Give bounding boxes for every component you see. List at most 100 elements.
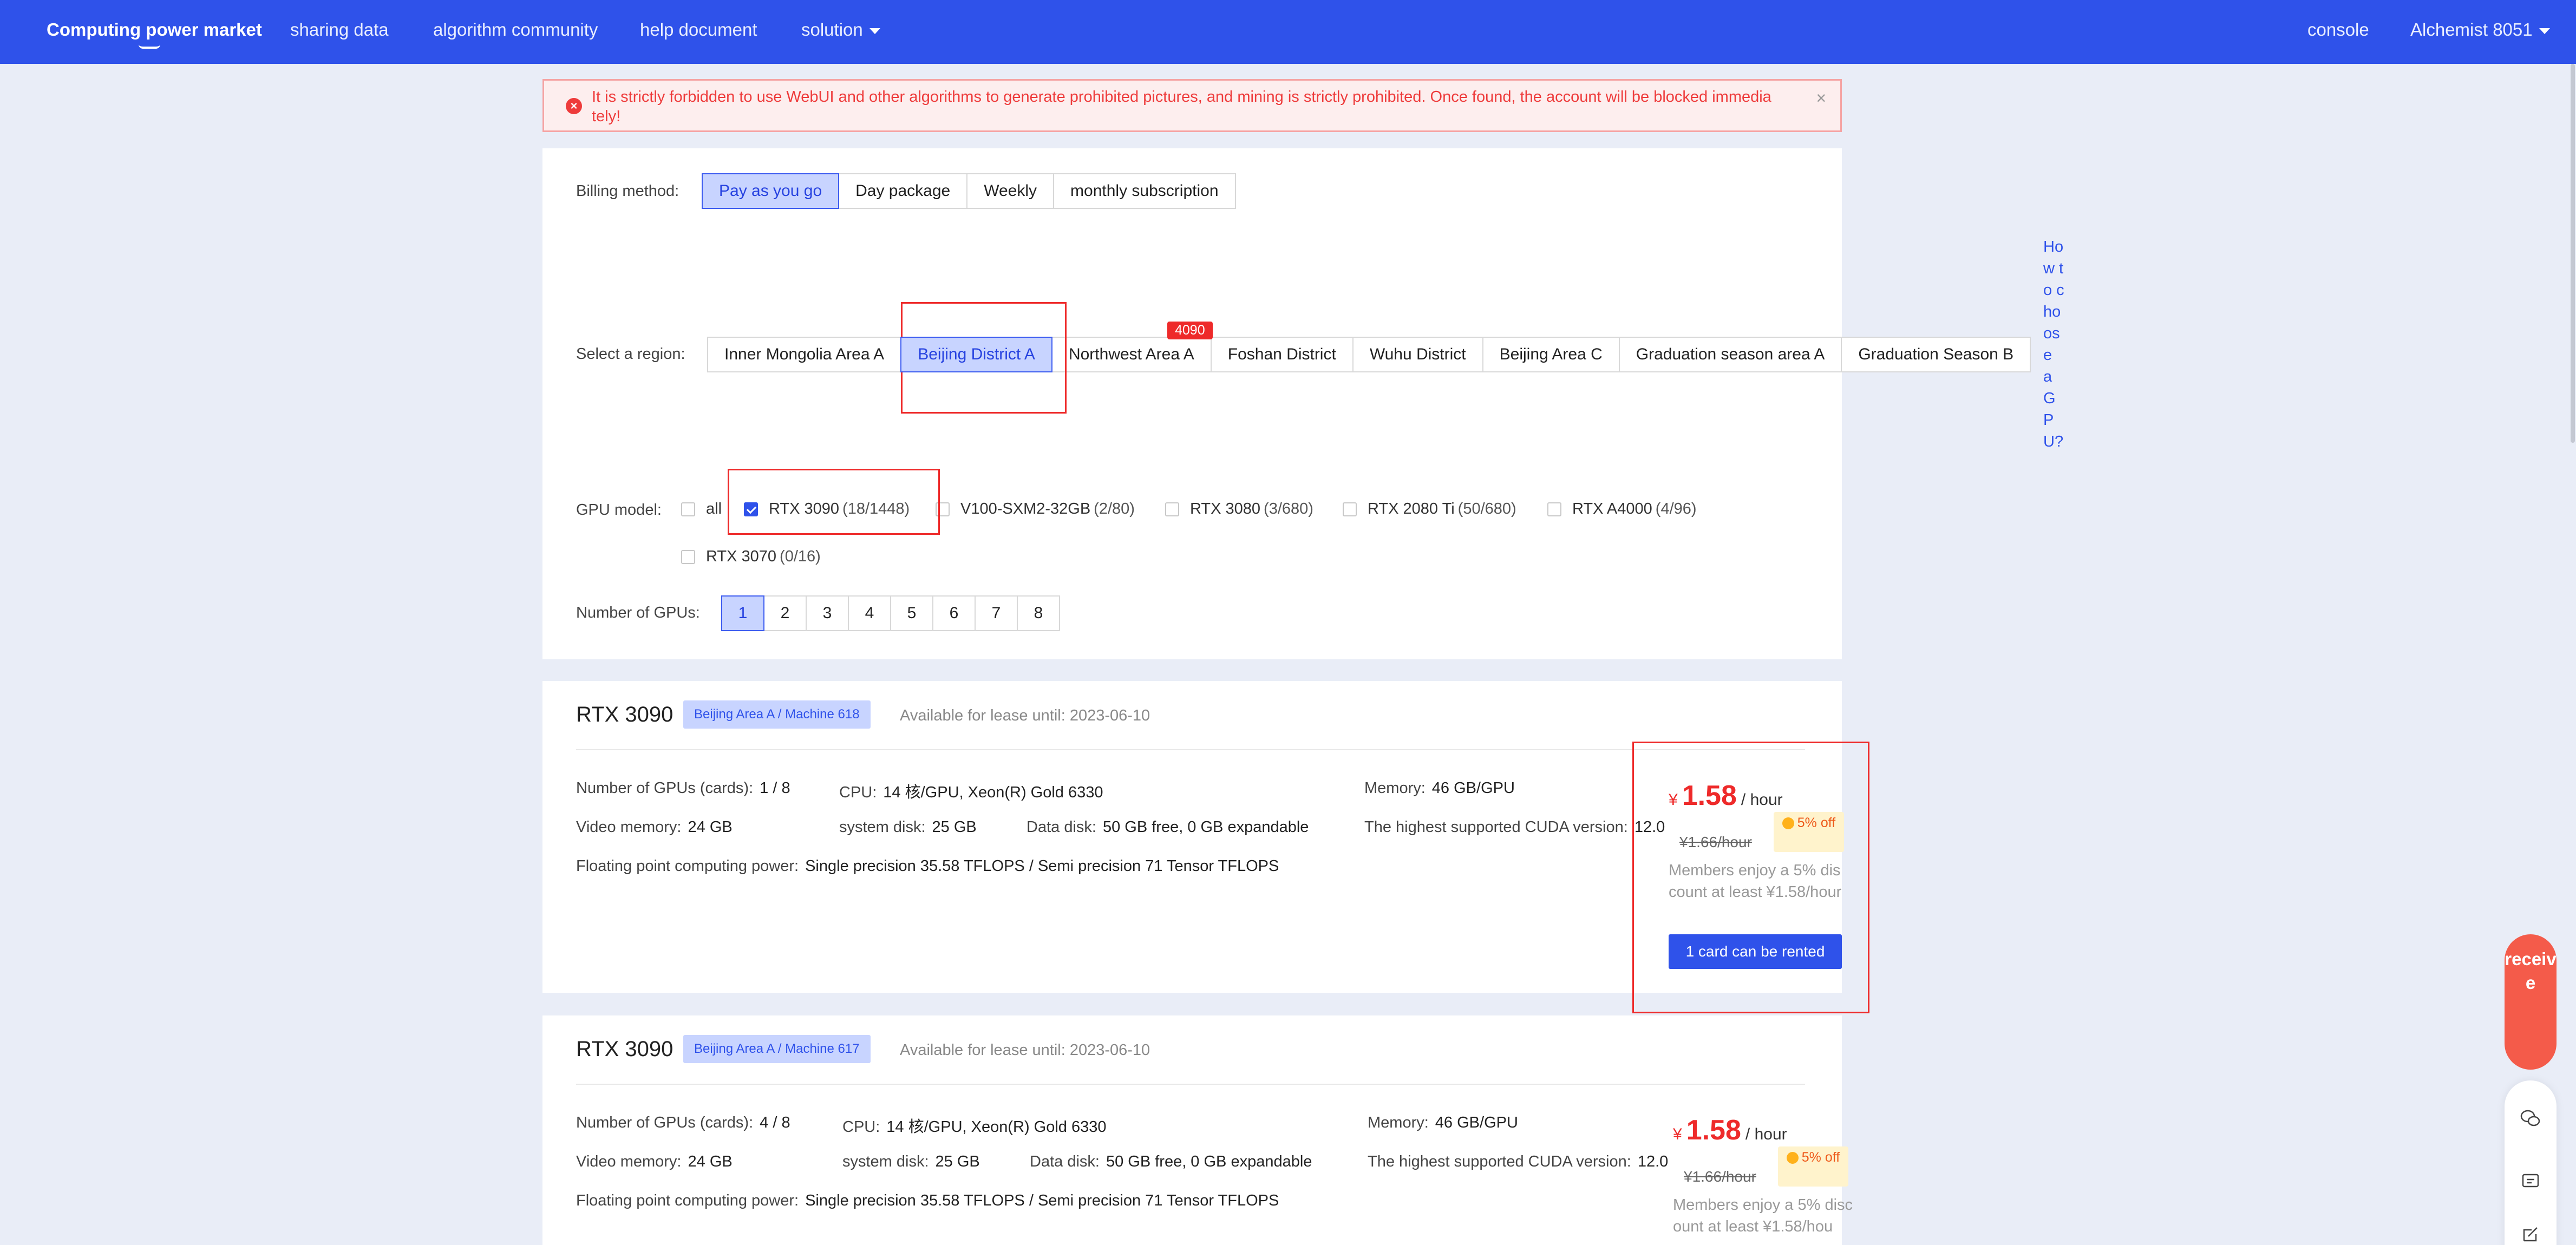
spec-label: Floating point computing power: [576, 857, 799, 875]
edit-icon[interactable] [2520, 1224, 2541, 1245]
gpu-option-rtx-2080-ti[interactable]: RTX 2080 Ti (50/680) [1343, 500, 1516, 518]
receive-coupon-widget[interactable]: receive [2505, 934, 2557, 1070]
spec-value: 14 核/GPU, Xeon(R) Gold 6330 [883, 784, 1103, 801]
spec-label: Video memory: [576, 1153, 682, 1170]
user-name: Alchemist 8051 [2410, 19, 2533, 40]
spec-flops: Floating point computing power: Single pr… [576, 857, 1279, 875]
spec-value: Single precision 35.58 TFLOPS / Semi pre… [805, 857, 1279, 875]
spec-data-disk: Data disk: 50 GB free, 0 GB expandable [1030, 1153, 1312, 1171]
gpu-option-count: (50/680) [1457, 500, 1516, 517]
billing-segment: Pay as you go Day package Weekly monthly… [702, 173, 1236, 209]
region-segment: Inner Mongolia Area A Beijing District A… [707, 337, 2031, 372]
spec-value: Single precision 35.58 TFLOPS / Semi pre… [805, 1192, 1279, 1209]
gpu-option-label: RTX 3080 [1190, 500, 1261, 517]
gpu-option-count: (4/96) [1655, 500, 1697, 517]
spec-gpus: Number of GPUs (cards): 1 / 8 [576, 779, 790, 797]
spec-cuda: The highest supported CUDA version: 12.0 [1368, 1153, 1668, 1171]
gpu-option-rtx-3070[interactable]: RTX 3070 (0/16) [681, 548, 821, 566]
nav-computing-power-market[interactable]: Computing power market [47, 19, 262, 40]
highlight-box-price [1632, 742, 1869, 1013]
gpu-count-option[interactable]: 2 [763, 595, 807, 631]
warning-text: It is strictly forbidden to use WebUI an… [592, 88, 1771, 125]
wechat-icon[interactable] [2520, 1108, 2541, 1129]
nav-algorithm-community[interactable]: algorithm community [433, 19, 598, 40]
price-amount: 1.58 [1686, 1115, 1741, 1146]
gpu-count-option[interactable]: 5 [890, 595, 933, 631]
nav-sharing-data[interactable]: sharing data [290, 19, 389, 40]
spec-label: CPU: [839, 784, 877, 801]
spec-cpu: CPU: 14 核/GPU, Xeon(R) Gold 6330 [839, 779, 1103, 802]
billing-label: Billing method: [576, 182, 679, 200]
page-scrollbar[interactable] [2571, 64, 2575, 443]
gpu-count-segment: 1 2 3 4 5 6 7 8 [721, 595, 1060, 631]
gpu-option-all[interactable]: all [681, 500, 722, 518]
gpu-count-option[interactable]: 6 [932, 595, 976, 631]
how-to-choose-gpu-link[interactable]: How to choose a GPU? [2043, 236, 2065, 453]
spec-value: 46 GB/GPU [1431, 779, 1515, 797]
region-option-inner-mongolia-a[interactable]: Inner Mongolia Area A [707, 337, 902, 372]
gpu-option-rtx-3080[interactable]: RTX 3080 (3/680) [1165, 500, 1313, 518]
nav-solution-dropdown[interactable]: solution [801, 19, 880, 40]
chevron-down-icon [869, 28, 880, 34]
card-title: RTX 3090 [576, 703, 674, 726]
gpu-option-label: RTX A4000 [1572, 500, 1652, 517]
spec-value: 4 / 8 [760, 1114, 790, 1131]
spec-label: Floating point computing power: [576, 1192, 799, 1209]
gpu-count-option[interactable]: 4 [848, 595, 891, 631]
spec-cpu: CPU: 14 核/GPU, Xeon(R) Gold 6330 [842, 1114, 1107, 1137]
spec-label: Number of GPUs (cards): [576, 1114, 754, 1131]
spec-value: 24 GB [688, 818, 733, 836]
user-menu[interactable]: Alchemist 8051 [2410, 19, 2550, 40]
gpu-option-count: (0/16) [780, 548, 821, 565]
spec-value: 12.0 [1637, 1153, 1669, 1170]
gpu-option-count: (2/80) [1094, 500, 1135, 517]
card-divider [576, 749, 1805, 750]
nav-help-document[interactable]: help document [640, 19, 757, 40]
region-option-foshan[interactable]: Foshan District [1210, 337, 1354, 372]
spec-label: Data disk: [1027, 818, 1096, 836]
spec-value: 46 GB/GPU [1435, 1114, 1518, 1131]
gpu-count-label: Number of GPUs: [576, 604, 700, 621]
gpu-option-rtx-a4000[interactable]: RTX A4000 (4/96) [1547, 500, 1697, 518]
billing-option-monthly[interactable]: monthly subscription [1053, 173, 1236, 209]
gpu-count-option[interactable]: 3 [806, 595, 849, 631]
gpu-count-option[interactable]: 7 [975, 595, 1018, 631]
top-nav: Computing power market sharing data algo… [0, 0, 2576, 64]
spec-label: Data disk: [1030, 1153, 1100, 1170]
region-option-beijing-c[interactable]: Beijing Area C [1482, 337, 1620, 372]
machine-tag: Beijing Area A / Machine 618 [683, 700, 871, 729]
nav-solution-label: solution [801, 19, 863, 40]
gpu-model-label: GPU model: [576, 501, 662, 519]
gpu-count-option[interactable]: 8 [1017, 595, 1060, 631]
billing-option-pay-as-you-go[interactable]: Pay as you go [702, 173, 840, 209]
gpu-option-v100[interactable]: V100-SXM2-32GB (2/80) [936, 500, 1135, 518]
gpu-option-label: all [706, 500, 722, 517]
region-option-wuhu[interactable]: Wuhu District [1352, 337, 1483, 372]
region-option-beijing-district-a[interactable]: Beijing District A [900, 337, 1052, 372]
gpu-count-option[interactable]: 1 [721, 595, 764, 631]
nav-active-indicator [139, 44, 160, 49]
spec-value: 50 GB free, 0 GB expandable [1106, 1153, 1312, 1170]
spec-label: Number of GPUs (cards): [576, 779, 754, 797]
spec-value: 14 核/GPU, Xeon(R) Gold 6330 [886, 1118, 1107, 1136]
spec-label: The highest supported CUDA version: [1364, 818, 1628, 836]
region-option-graduation-a[interactable]: Graduation season area A [1618, 337, 1842, 372]
warning-banner: × It is strictly forbidden to use WebUI … [542, 79, 1842, 132]
coin-icon [1786, 1152, 1799, 1164]
region-option-graduation-b[interactable]: Graduation Season B [1841, 337, 2031, 372]
billing-option-weekly[interactable]: Weekly [966, 173, 1055, 209]
spec-system-disk: system disk: 25 GB [842, 1153, 980, 1171]
chevron-down-icon [2539, 28, 2550, 34]
message-icon[interactable] [2520, 1170, 2541, 1192]
floating-toolbar [2505, 1080, 2557, 1245]
billing-option-day-package[interactable]: Day package [838, 173, 968, 209]
region-option-northwest-a[interactable]: Northwest Area A [1051, 337, 1212, 372]
spec-label: system disk: [839, 818, 926, 836]
spec-value: 50 GB free, 0 GB expandable [1102, 818, 1309, 836]
close-icon[interactable]: × [1816, 88, 1826, 108]
region-label: Select a region: [576, 345, 685, 363]
error-icon: × [566, 98, 582, 114]
spec-label: CPU: [842, 1118, 880, 1136]
price: ¥1.58/ hour [1673, 1114, 1787, 1146]
nav-console[interactable]: console [2307, 19, 2369, 40]
